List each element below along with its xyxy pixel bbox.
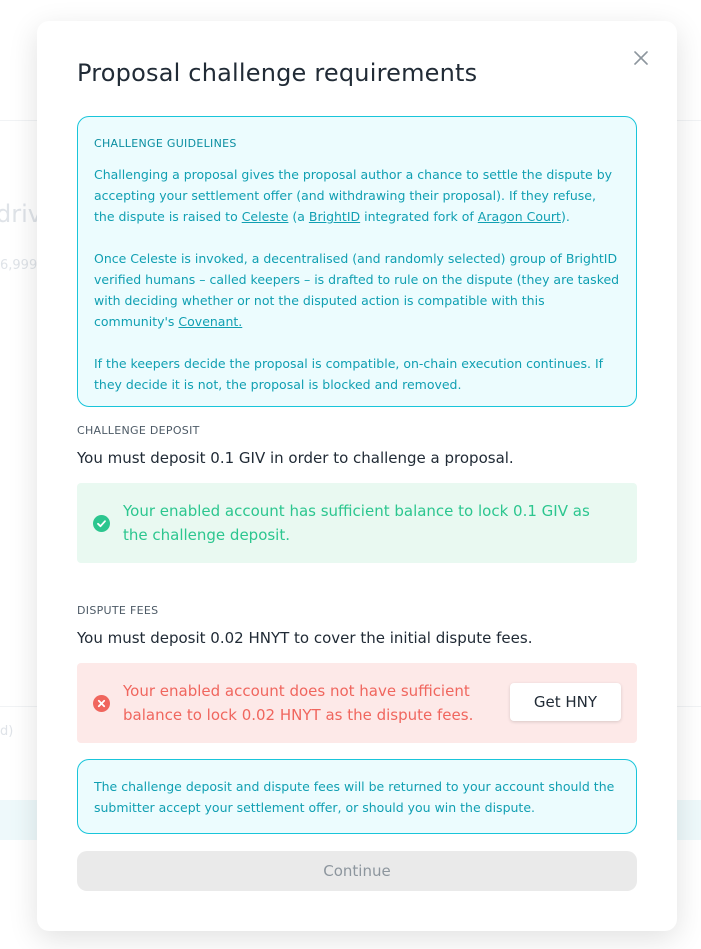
background-amount-fragment: 6,999 xyxy=(0,258,38,273)
guidelines-text: ). xyxy=(560,209,570,224)
covenant-link[interactable]: Covenant. xyxy=(178,314,242,329)
get-hny-button[interactable]: Get HNY xyxy=(510,683,621,721)
challenge-deposit-label: CHALLENGE DEPOSIT xyxy=(77,424,200,437)
background-label-fragment: d) xyxy=(0,724,14,739)
error-circle-icon xyxy=(93,695,110,712)
challenge-requirements-modal: Proposal challenge requirements CHALLENG… xyxy=(37,21,677,931)
modal-title: Proposal challenge requirements xyxy=(77,59,478,87)
dispute-fees-label: DISPUTE FEES xyxy=(77,604,159,617)
guidelines-text: (a xyxy=(288,209,309,224)
guidelines-paragraph-3: If the keepers decide the proposal is co… xyxy=(94,356,604,392)
continue-button[interactable]: Continue xyxy=(77,851,637,891)
fees-status-info: Your enabled account does not have suffi… xyxy=(77,663,637,743)
brightid-link[interactable]: BrightID xyxy=(309,209,360,224)
aragon-court-link[interactable]: Aragon Court xyxy=(478,209,561,224)
deposit-status-message: Your enabled account has sufficient bala… xyxy=(123,502,590,544)
celeste-link[interactable]: Celeste xyxy=(242,209,289,224)
close-button[interactable] xyxy=(630,47,652,69)
guidelines-paragraph-2: Once Celeste is invoked, a decentralised… xyxy=(94,248,620,332)
deposit-status-info: Your enabled account has sufficient bala… xyxy=(77,483,637,563)
challenge-deposit-text: You must deposit 0.1 GIV in order to cha… xyxy=(77,449,514,467)
close-icon xyxy=(634,51,648,65)
challenge-guidelines-box: CHALLENGE GUIDELINES Challenging a propo… xyxy=(77,116,637,407)
guidelines-paragraph-1: Challenging a proposal gives the proposa… xyxy=(94,164,620,227)
guidelines-heading: CHALLENGE GUIDELINES xyxy=(94,137,237,150)
guidelines-text: Once Celeste is invoked, a decentralised… xyxy=(94,251,620,329)
check-circle-icon xyxy=(93,515,110,532)
background-title-fragment: driv xyxy=(0,200,42,228)
refund-notice: The challenge deposit and dispute fees w… xyxy=(77,759,637,834)
fees-status-message: Your enabled account does not have suffi… xyxy=(123,682,474,724)
guidelines-text: integrated fork of xyxy=(360,209,478,224)
dispute-fees-text: You must deposit 0.02 HNYT to cover the … xyxy=(77,629,533,647)
